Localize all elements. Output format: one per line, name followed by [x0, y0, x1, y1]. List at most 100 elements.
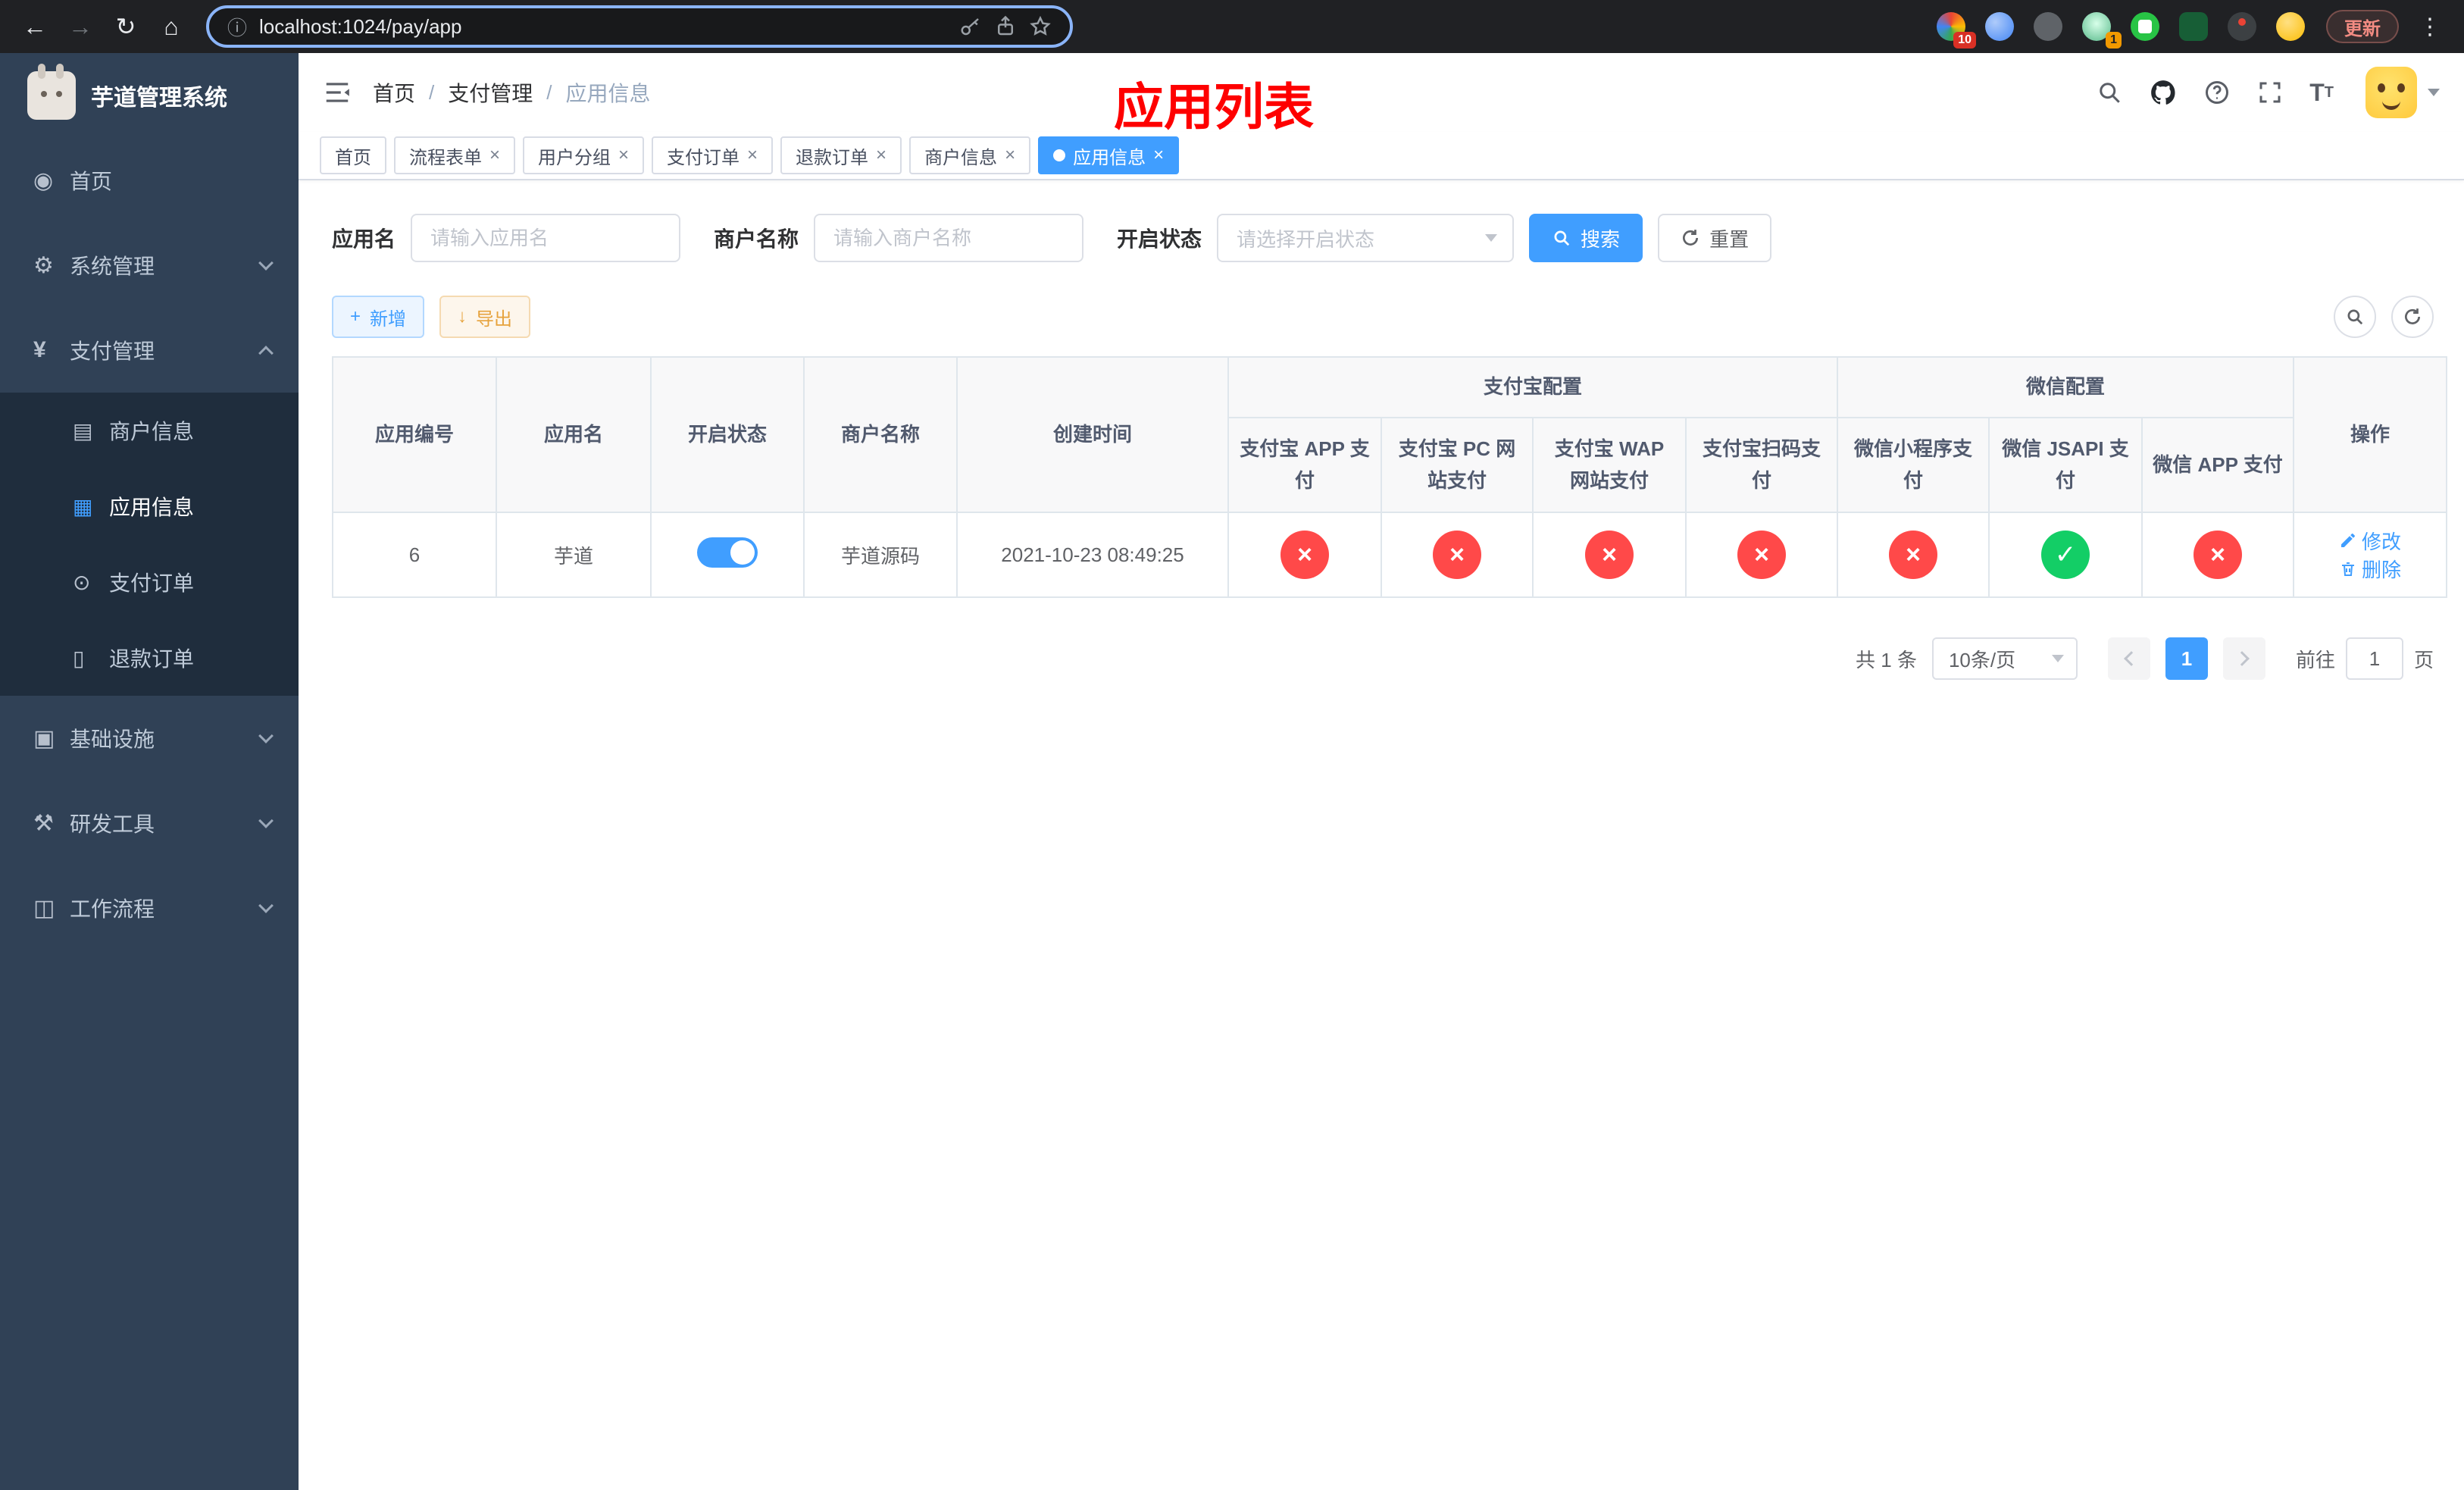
- table-toolbar: + 新增 ↓ 导出: [332, 296, 2434, 338]
- status-toggle[interactable]: [697, 537, 758, 568]
- sidebar-item-refund-order[interactable]: 退款订单: [0, 620, 299, 696]
- cell-actions: 修改 删除: [2293, 512, 2448, 599]
- extension-icon-2[interactable]: [1985, 12, 2014, 41]
- download-icon: ↓: [458, 306, 467, 327]
- chrome-update-button[interactable]: 更新: [2326, 10, 2399, 43]
- next-page-button[interactable]: [2222, 637, 2265, 681]
- page-unit-label: 页: [2413, 648, 2434, 671]
- app-logo[interactable]: 芋道管理系统: [0, 53, 299, 138]
- prev-page-button[interactable]: [2107, 637, 2150, 681]
- column-header-created: 创建时间: [956, 356, 1229, 514]
- fullscreen-icon[interactable]: [2256, 79, 2284, 106]
- app-name-input[interactable]: [411, 214, 681, 262]
- browser-menu-icon[interactable]: ⋮: [2411, 14, 2449, 40]
- font-size-icon[interactable]: TT: [2309, 79, 2334, 107]
- back-icon[interactable]: ←: [15, 7, 55, 46]
- extensions-cluster: 10 1: [1937, 12, 2305, 49]
- edit-button[interactable]: 修改: [2339, 527, 2401, 555]
- tools-icon: [33, 810, 70, 837]
- close-icon[interactable]: ×: [618, 146, 629, 164]
- dashboard-icon: [33, 167, 70, 194]
- tab-refund-order[interactable]: 退款订单 ×: [780, 136, 902, 174]
- goto-page-input[interactable]: [2345, 637, 2403, 681]
- extension-badge: 10: [1953, 32, 1976, 49]
- search-button[interactable]: 搜索: [1529, 214, 1643, 262]
- extension-icon-1[interactable]: 10: [1937, 12, 1976, 49]
- status-badge: ×: [1889, 531, 1938, 580]
- close-icon[interactable]: ×: [1153, 146, 1164, 164]
- url-bar[interactable]: ⓘ localhost:1024/pay/app: [206, 5, 1073, 48]
- tab-app-info[interactable]: 应用信息 ×: [1038, 136, 1180, 174]
- sidebar-item-pay-order[interactable]: 支付订单: [0, 544, 299, 620]
- sidebar-item-merchant-info[interactable]: 商户信息: [0, 393, 299, 468]
- close-icon[interactable]: ×: [489, 146, 500, 164]
- column-header-alipay-pc: 支付宝 PC 网站支付: [1381, 417, 1534, 514]
- help-icon[interactable]: [2203, 79, 2231, 106]
- tab-process-form[interactable]: 流程表单 ×: [394, 136, 516, 174]
- extension-icon-6[interactable]: [2179, 12, 2208, 41]
- status-badge: ×: [1433, 531, 1481, 580]
- home-icon[interactable]: ⌂: [152, 7, 191, 46]
- close-icon[interactable]: ×: [1005, 146, 1015, 164]
- close-icon[interactable]: ×: [876, 146, 886, 164]
- collapse-sidebar-icon[interactable]: [323, 78, 352, 107]
- sidebar-item-infrastructure[interactable]: 基础设施: [0, 696, 299, 781]
- breadcrumb-current: 应用信息: [565, 82, 651, 105]
- app-name-label: 应用名: [332, 227, 396, 251]
- column-header-wx-mini: 微信小程序支付: [1837, 417, 1990, 514]
- sidebar-item-app-info[interactable]: 应用信息: [0, 468, 299, 544]
- close-icon[interactable]: ×: [747, 146, 758, 164]
- delete-button[interactable]: 删除: [2339, 555, 2401, 583]
- tab-pay-order[interactable]: 支付订单 ×: [652, 136, 774, 174]
- extension-icon-7[interactable]: [2228, 12, 2256, 41]
- status-badge: ×: [1737, 531, 1786, 580]
- chevron-down-icon: [2051, 655, 2064, 663]
- tab-user-group[interactable]: 用户分组 ×: [523, 136, 645, 174]
- extension-icon-5[interactable]: [2131, 12, 2159, 41]
- status-badge: ×: [2194, 531, 2243, 580]
- sidebar-item-workflow[interactable]: 工作流程: [0, 866, 299, 950]
- status-badge: ✓: [2041, 531, 2090, 580]
- refresh-table-button[interactable]: [2391, 296, 2434, 338]
- site-info-icon[interactable]: ⓘ: [227, 13, 247, 41]
- goto-label: 前往: [2295, 648, 2335, 671]
- forward-icon[interactable]: →: [61, 7, 100, 46]
- total-count: 共 1 条: [1856, 648, 1917, 671]
- cell-alipay-qr: ×: [1684, 512, 1839, 599]
- export-button[interactable]: ↓ 导出: [439, 296, 531, 338]
- reset-button[interactable]: 重置: [1658, 214, 1772, 262]
- breadcrumb-home[interactable]: 首页: [373, 77, 415, 108]
- column-header-alipay-qr: 支付宝扫码支付: [1684, 417, 1839, 514]
- sidebar-item-home[interactable]: 首页: [0, 138, 299, 223]
- chevron-down-icon: [258, 813, 274, 828]
- sidebar-item-dev-tools[interactable]: 研发工具: [0, 781, 299, 866]
- github-icon[interactable]: [2149, 78, 2178, 107]
- sidebar-item-system[interactable]: 系统管理: [0, 223, 299, 308]
- extension-icon-3[interactable]: [2034, 12, 2062, 41]
- chevron-down-icon: [258, 255, 274, 271]
- column-header-alipay-wap: 支付宝 WAP 网站支付: [1532, 417, 1687, 514]
- url-text[interactable]: localhost:1024/pay/app: [259, 15, 947, 39]
- refresh-icon: [2405, 308, 2421, 324]
- toolbar-right: [2334, 296, 2434, 338]
- key-icon[interactable]: [959, 15, 982, 38]
- extension-icon-4[interactable]: 1: [2082, 12, 2122, 49]
- search-icon[interactable]: [2096, 79, 2123, 106]
- page-number-1[interactable]: 1: [2165, 637, 2208, 681]
- add-button[interactable]: + 新增: [332, 296, 425, 338]
- status-select[interactable]: 请选择开启状态: [1217, 214, 1515, 262]
- page-size-select[interactable]: 10条/页: [1931, 637, 2078, 681]
- cell-created: 2021-10-23 08:49:25: [956, 512, 1229, 599]
- tab-merchant-info[interactable]: 商户信息 ×: [909, 136, 1031, 174]
- toggle-search-button[interactable]: [2334, 296, 2376, 338]
- reload-icon[interactable]: ↻: [106, 7, 145, 46]
- extension-icon-8[interactable]: [2276, 12, 2305, 41]
- tab-home[interactable]: 首页: [320, 136, 386, 174]
- share-icon[interactable]: [994, 15, 1017, 38]
- user-menu[interactable]: [2366, 67, 2440, 118]
- bookmark-star-icon[interactable]: [1029, 15, 1052, 38]
- sidebar: 芋道管理系统 首页 系统管理 支付管理 商户信息 应用信息: [0, 53, 299, 1490]
- sidebar-item-payment[interactable]: 支付管理: [0, 308, 299, 393]
- merchant-name-input[interactable]: [814, 214, 1084, 262]
- breadcrumb-payment[interactable]: 支付管理: [448, 77, 533, 108]
